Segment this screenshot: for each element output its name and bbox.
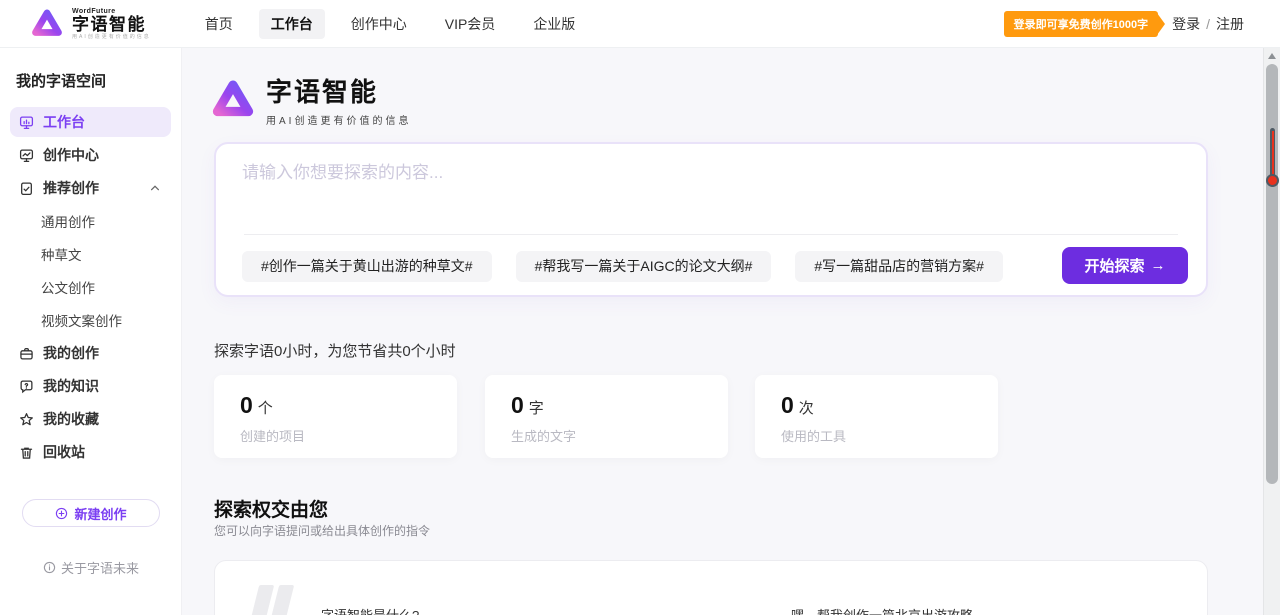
stat-card-words: 0字 生成的文字: [485, 375, 728, 458]
start-explore-button[interactable]: 开始探索 →: [1062, 247, 1188, 284]
stat-value: 0: [511, 392, 524, 418]
sidebar-item-label: 回收站: [43, 442, 85, 462]
start-explore-label: 开始探索: [1084, 255, 1144, 276]
sidebar-item-label: 工作台: [43, 112, 85, 132]
info-icon: [43, 561, 56, 574]
sidebar-item-recycle-bin[interactable]: 回收站: [10, 437, 171, 467]
stat-label: 创建的项目: [240, 426, 457, 445]
suggestion-chips: #创作一篇关于黄山出游的种草文# #帮我写一篇关于AIGC的论文大纲# #写一篇…: [242, 251, 1003, 282]
sidebar-sub-seeding[interactable]: 种草文: [10, 239, 171, 269]
auth-links: 登录 / 注册: [1172, 14, 1244, 34]
about-label: 关于字语未来: [61, 558, 139, 577]
sidebar-item-my-knowledge[interactable]: 我的知识: [10, 371, 171, 401]
nav-workbench[interactable]: 工作台: [259, 9, 325, 39]
thermometer-indicator-icon: [1268, 128, 1277, 190]
sidebar-item-my-creations[interactable]: 我的创作: [10, 338, 171, 368]
hero-brand-slogan: 用AI创造更有价值的信息: [266, 112, 411, 127]
nav-vip[interactable]: VIP会员: [433, 9, 508, 39]
quote-icon: [255, 585, 290, 615]
sidebar-item-creation-center[interactable]: 创作中心: [10, 140, 171, 170]
login-link[interactable]: 登录: [1172, 14, 1200, 34]
scrollbar-thumb[interactable]: [1266, 64, 1278, 484]
hero-brand: 字语智能 用AI创造更有价值的信息: [210, 72, 411, 127]
main-content: 字语智能 用AI创造更有价值的信息 #创作一篇关于黄山出游的种草文# #帮我写一…: [182, 48, 1263, 615]
sidebar-title: 我的字语空间: [16, 70, 181, 91]
top-nav: 首页 工作台 创作中心 VIP会员 企业版: [193, 9, 588, 39]
new-creation-button[interactable]: 新建创作: [22, 499, 160, 527]
sidebar-item-label: 我的知识: [43, 376, 99, 396]
auth-slash: /: [1206, 16, 1210, 32]
brand-logo-text: WordFuture 字语智能 用AI创造更有价值的信息: [72, 8, 151, 40]
stat-unit: 次: [799, 400, 814, 417]
sidebar-item-label: 推荐创作: [43, 178, 99, 198]
sidebar-item-favorites[interactable]: 我的收藏: [10, 404, 171, 434]
brand-name: 字语智能: [72, 16, 151, 33]
search-input[interactable]: [242, 158, 1172, 236]
stat-label: 生成的文字: [511, 426, 728, 445]
example-question[interactable]: 字语智能是什么?: [321, 605, 419, 615]
sidebar-sub-video-copy[interactable]: 视频文案创作: [10, 305, 171, 335]
nav-enterprise[interactable]: 企业版: [521, 9, 587, 39]
nav-creation-center[interactable]: 创作中心: [339, 9, 419, 39]
example-prompts-card: 字语智能是什么? 嘿，帮我创作一篇北京出游攻略: [214, 560, 1208, 615]
stat-card-projects: 0个 创建的项目: [214, 375, 457, 458]
chip-dessert-marketing[interactable]: #写一篇甜品店的营销方案#: [795, 251, 1003, 282]
plus-circle-icon: [55, 507, 68, 520]
header-right: 登录即可享免费创作1000字 登录 / 注册: [1004, 11, 1244, 37]
stat-unit: 字: [529, 400, 544, 417]
sidebar-sub-official[interactable]: 公文创作: [10, 272, 171, 302]
register-link[interactable]: 注册: [1216, 14, 1244, 34]
triangle-logo-icon: [30, 7, 64, 41]
chevron-up-icon[interactable]: [149, 182, 161, 194]
arrow-right-icon: →: [1151, 257, 1166, 274]
vertical-scrollbar[interactable]: [1263, 48, 1280, 615]
triangle-logo-icon: [210, 77, 256, 123]
sidebar-item-workbench[interactable]: 工作台: [10, 107, 171, 137]
monitor-chart-icon: [19, 115, 34, 130]
search-panel: #创作一篇关于黄山出游的种草文# #帮我写一篇关于AIGC的论文大纲# #写一篇…: [214, 142, 1208, 297]
monitor-line-icon: [19, 148, 34, 163]
sidebar-item-label: 我的收藏: [43, 409, 99, 429]
stat-label: 使用的工具: [781, 426, 998, 445]
login-promo-badge[interactable]: 登录即可享免费创作1000字: [1004, 11, 1158, 37]
hero-brand-name: 字语智能: [266, 72, 411, 109]
sidebar-item-label: 创作中心: [43, 145, 99, 165]
sidebar: 我的字语空间 工作台 创作中心 推荐创作 通用创作 种草文 公文创作 视频文案创…: [0, 48, 182, 615]
top-header: WordFuture 字语智能 用AI创造更有价值的信息 首页 工作台 创作中心…: [0, 0, 1280, 48]
sidebar-item-recommended[interactable]: 推荐创作: [10, 173, 171, 203]
sidebar-item-label: 我的创作: [43, 343, 99, 363]
stat-value: 0: [781, 392, 794, 418]
brand-slogan-tiny: 用AI创造更有价值的信息: [72, 35, 151, 40]
brand-logo[interactable]: WordFuture 字语智能 用AI创造更有价值的信息: [30, 7, 151, 41]
stats-summary-line: 探索字语0小时，为您节省共0个小时: [214, 340, 456, 361]
about-link[interactable]: 关于字语未来: [0, 558, 182, 577]
nav-home[interactable]: 首页: [193, 9, 245, 39]
brand-wordfuture: WordFuture: [72, 8, 151, 15]
explore-section-subtitle: 您可以向字语提问或给出具体创作的指令: [214, 522, 430, 539]
trash-icon: [19, 445, 34, 460]
stat-unit: 个: [258, 400, 273, 417]
stat-value: 0: [240, 392, 253, 418]
chip-aigc-outline[interactable]: #帮我写一篇关于AIGC的论文大纲#: [516, 251, 772, 282]
chat-question-icon: [19, 379, 34, 394]
chip-huangshan[interactable]: #创作一篇关于黄山出游的种草文#: [242, 251, 492, 282]
stat-card-tools: 0次 使用的工具: [755, 375, 998, 458]
star-icon: [19, 412, 34, 427]
briefcase-icon: [19, 346, 34, 361]
explore-section-title: 探索权交由您: [214, 495, 328, 522]
scrollbar-up-arrow-icon[interactable]: [1268, 53, 1276, 59]
example-answer[interactable]: 嘿，帮我创作一篇北京出游攻略: [791, 605, 973, 615]
sidebar-sub-general[interactable]: 通用创作: [10, 206, 171, 236]
new-creation-label: 新建创作: [74, 504, 126, 523]
panel-divider: [244, 234, 1178, 235]
clipboard-check-icon: [19, 181, 34, 196]
